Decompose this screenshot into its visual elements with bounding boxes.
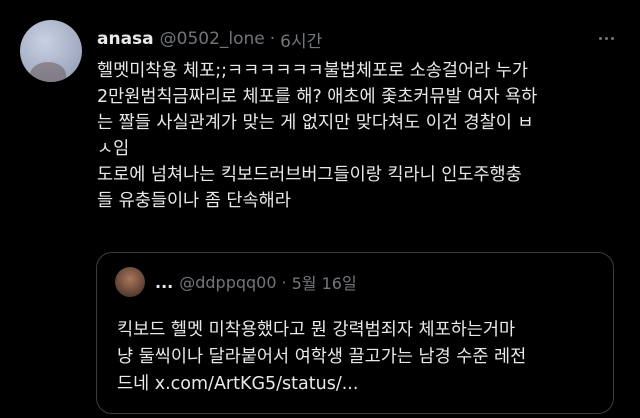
quoted-avatar[interactable]: [115, 267, 145, 297]
more-dot: [604, 36, 608, 40]
separator: ·: [281, 272, 287, 292]
quoted-header: ... @ddppqq00 · 5월 16일: [155, 271, 357, 294]
quoted-text: 킥보드 헬멧 미착용했다고 뭔 강력범죄자 체포하는거마 냥 둘씩이나 달라붙어…: [117, 317, 597, 398]
quoted-display-name: ...: [155, 272, 174, 292]
quoted-text-line: 킥보드 헬멧 미착용했다고 뭔 강력범죄자 체포하는거마: [117, 320, 516, 340]
tweet-text-line: 헬멧미착용 체포;;ㅋㅋㅋㅋㅋㅋ불법체포로 소송걸어라 누가: [97, 61, 528, 81]
quoted-user-handle: @ddppqq00: [179, 272, 277, 292]
user-handle[interactable]: @0502_lone: [160, 29, 265, 49]
quoted-text-line: 드네 x.com/ArtKG5/status/...: [117, 374, 359, 394]
tweet-text-line: 는 짤들 사실관계가 맞는 게 없지만 맞다쳐도 이건 경찰이 ㅂ: [97, 113, 534, 133]
tweet-text: 헬멧미착용 체포;;ㅋㅋㅋㅋㅋㅋ불법체포로 소송걸어라 누가 2만원범칙금짜리로…: [97, 58, 617, 214]
quoted-timestamp: 5월 16일: [291, 274, 357, 293]
tweet-card[interactable]: anasa @0502_lone · 6시간 헬멧미착용 체포;;ㅋㅋㅋㅋㅋㅋ불…: [0, 0, 640, 418]
more-dot: [610, 36, 614, 40]
tweet-text-line: 2만원범칙금짜리로 체포를 해? 애초에 좇초커뮤발 여자 욕하: [97, 87, 538, 107]
tweet-text-line: 들 유충들이나 좀 단속해라: [97, 191, 291, 211]
tweet-text-line: 도로에 넘쳐나는 킥보드러브버그들이랑 킥라니 인도주행충: [97, 165, 522, 185]
separator: ·: [269, 29, 276, 49]
more-dot: [598, 36, 602, 40]
tweet-text-line: ㅅ임: [97, 139, 130, 159]
timestamp[interactable]: 6시간: [280, 27, 322, 52]
more-horizontal-icon[interactable]: [592, 28, 620, 48]
quoted-tweet[interactable]: ... @ddppqq00 · 5월 16일 킥보드 헬멧 미착용했다고 뭔 강…: [96, 252, 614, 414]
quoted-text-line: 냥 둘씩이나 달라붙어서 여학생 끌고가는 남경 수준 레전: [117, 347, 527, 367]
display-name[interactable]: anasa: [97, 29, 154, 49]
tweet-header: anasa @0502_lone · 6시간: [97, 27, 322, 52]
avatar[interactable]: [20, 20, 82, 82]
